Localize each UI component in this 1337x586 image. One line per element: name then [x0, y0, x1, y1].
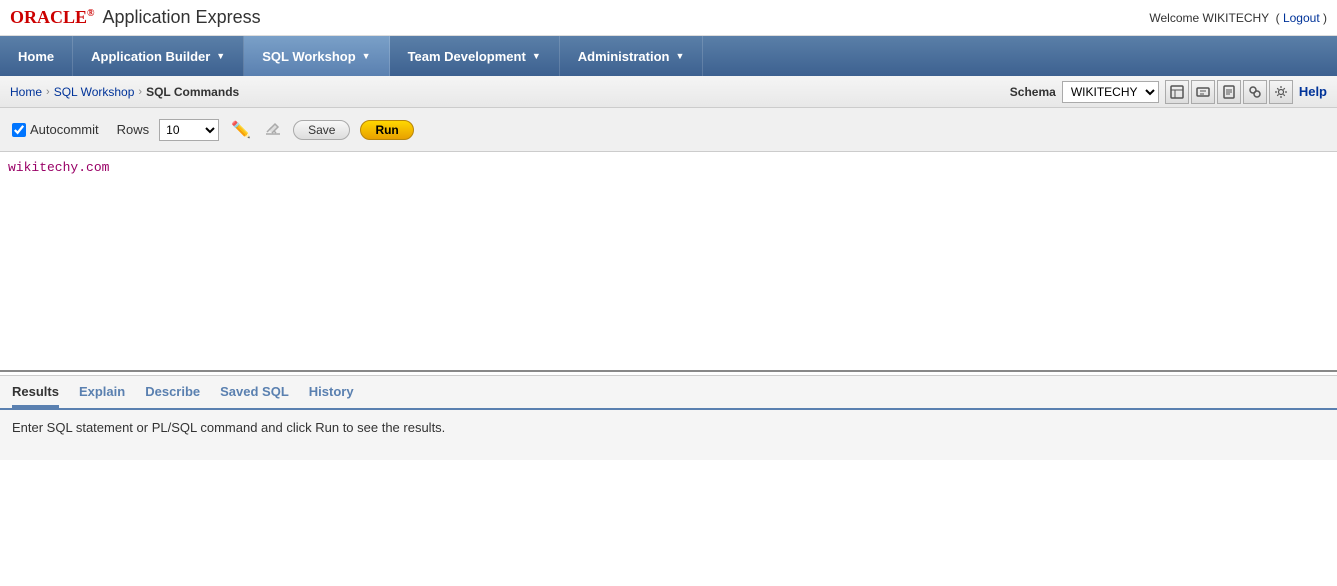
run-button[interactable]: Run: [360, 120, 413, 140]
logout-link[interactable]: Logout: [1283, 11, 1320, 25]
breadcrumb-sep-1: ›: [46, 86, 50, 98]
toolbar-icon-1[interactable]: [1165, 80, 1189, 104]
breadcrumb-sep-2: ›: [138, 86, 142, 98]
team-dev-arrow: ▼: [532, 51, 541, 61]
schema-label: Schema: [1010, 85, 1056, 99]
tabs-section: Results Explain Describe Saved SQL Histo…: [0, 375, 1337, 460]
tab-describe[interactable]: Describe: [145, 384, 200, 408]
breadcrumb-home[interactable]: Home: [10, 85, 42, 99]
admin-arrow: ▼: [675, 51, 684, 61]
tab-explain[interactable]: Explain: [79, 384, 125, 408]
tabs-header: Results Explain Describe Saved SQL Histo…: [0, 376, 1337, 410]
nav-item-app-builder[interactable]: Application Builder ▼: [73, 36, 244, 76]
welcome-text: Welcome WIKITECHY: [1149, 11, 1269, 25]
logo-area: ORACLE® Application Express: [10, 7, 261, 28]
rows-label: Rows: [117, 122, 150, 137]
autocommit-area: Autocommit: [12, 122, 99, 137]
tab-saved-sql[interactable]: Saved SQL: [220, 384, 289, 408]
breadcrumb: Home › SQL Workshop › SQL Commands: [10, 85, 239, 99]
result-message: Enter SQL statement or PL/SQL command an…: [12, 420, 445, 435]
schema-select[interactable]: WIKITECHY: [1062, 81, 1159, 103]
breadcrumb-bar: Home › SQL Workshop › SQL Commands Schem…: [0, 76, 1337, 108]
toolbar-icons: [1165, 80, 1293, 104]
breadcrumb-right: Schema WIKITECHY Help: [1010, 80, 1327, 104]
toolbar-icon-2[interactable]: [1191, 80, 1215, 104]
toolbar-icon-settings[interactable]: [1269, 80, 1293, 104]
sql-editor-container: [0, 152, 1337, 375]
sql-workshop-arrow: ▼: [362, 51, 371, 61]
top-header: ORACLE® Application Express Welcome WIKI…: [0, 0, 1337, 36]
oracle-logo: ORACLE®: [10, 7, 95, 28]
welcome-area: Welcome WIKITECHY ( Logout ): [1149, 11, 1327, 25]
command-bar: Autocommit Rows 10 25 50 100 200 ✏️ Save…: [0, 108, 1337, 152]
save-button[interactable]: Save: [293, 120, 350, 140]
toolbar-icon-3[interactable]: [1217, 80, 1241, 104]
autocommit-label[interactable]: Autocommit: [30, 122, 99, 137]
nav-bar: Home Application Builder ▼ SQL Workshop …: [0, 36, 1337, 76]
breadcrumb-sql-workshop[interactable]: SQL Workshop: [54, 85, 135, 99]
rows-select[interactable]: 10 25 50 100 200: [159, 119, 219, 141]
tab-results[interactable]: Results: [12, 384, 59, 408]
nav-item-administration[interactable]: Administration ▼: [560, 36, 704, 76]
autocommit-checkbox[interactable]: [12, 123, 26, 137]
pencil-button[interactable]: ✏️: [229, 120, 253, 140]
results-content: Enter SQL statement or PL/SQL command an…: [0, 410, 1337, 460]
eraser-button[interactable]: [263, 119, 283, 140]
help-link[interactable]: Help: [1299, 84, 1327, 99]
sql-editor[interactable]: [0, 152, 1337, 372]
breadcrumb-current: SQL Commands: [146, 85, 239, 99]
nav-item-home[interactable]: Home: [0, 36, 73, 76]
app-express-title: Application Express: [103, 7, 261, 28]
nav-item-team-development[interactable]: Team Development ▼: [390, 36, 560, 76]
app-builder-arrow: ▼: [216, 51, 225, 61]
toolbar-icon-4[interactable]: [1243, 80, 1267, 104]
tab-history[interactable]: History: [309, 384, 354, 408]
nav-item-sql-workshop[interactable]: SQL Workshop ▼: [244, 36, 389, 76]
